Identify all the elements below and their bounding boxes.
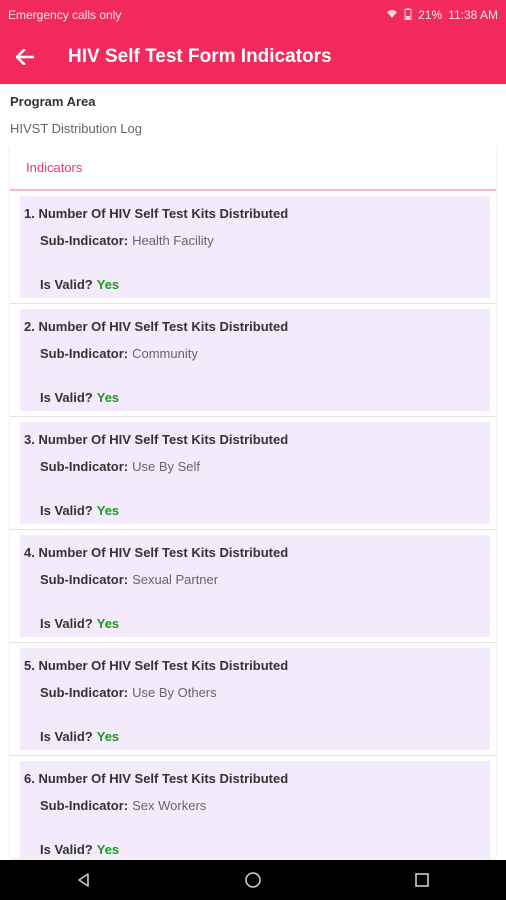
arrow-left-icon [16, 49, 34, 65]
nav-recents-button[interactable] [392, 860, 452, 900]
is-valid-value: Yes [96, 729, 120, 744]
square-recents-icon [414, 873, 429, 887]
indicator-card[interactable]: 4. Number Of HIV Self Test Kits Distribu… [20, 535, 490, 637]
list-item: 4. Number Of HIV Self Test Kits Distribu… [10, 530, 496, 643]
indicator-card[interactable]: 3. Number Of HIV Self Test Kits Distribu… [20, 422, 490, 524]
is-valid: Is Valid? Yes [40, 390, 119, 405]
program-area-value: HIVST Distribution Log [10, 121, 142, 136]
indicator-list: 1. Number Of HIV Self Test Kits Distribu… [10, 191, 496, 858]
sub-indicator-value: Health Facility [132, 233, 214, 248]
list-item: 6. Number Of HIV Self Test Kits Distribu… [10, 756, 496, 858]
indicator-card[interactable]: 2. Number Of HIV Self Test Kits Distribu… [20, 309, 490, 411]
is-valid-value: Yes [96, 503, 120, 518]
wifi-icon [386, 9, 398, 22]
battery-icon [404, 7, 412, 23]
indicator-title: 4. Number Of HIV Self Test Kits Distribu… [24, 545, 289, 560]
navigation-bar [0, 860, 506, 900]
list-item: 2. Number Of HIV Self Test Kits Distribu… [10, 304, 496, 417]
is-valid-value: Yes [96, 277, 120, 292]
is-valid-label: Is Valid? [40, 503, 93, 518]
sub-indicator: Sub-Indicator: Sex Workers [40, 798, 206, 813]
sub-indicator-label: Sub-Indicator: [40, 459, 129, 474]
is-valid-label: Is Valid? [40, 729, 93, 744]
sub-indicator-value: Sex Workers [132, 798, 207, 813]
sub-indicator-label: Sub-Indicator: [40, 233, 129, 248]
indicator-card[interactable]: 6. Number Of HIV Self Test Kits Distribu… [20, 761, 490, 858]
sub-indicator-label: Sub-Indicator: [40, 346, 129, 361]
nav-home-button[interactable] [223, 860, 283, 900]
list-item: 3. Number Of HIV Self Test Kits Distribu… [10, 417, 496, 530]
sub-indicator-value: Sexual Partner [132, 572, 219, 587]
sub-indicator: Sub-Indicator: Use By Self [40, 459, 200, 474]
indicator-title: 1. Number Of HIV Self Test Kits Distribu… [24, 206, 289, 221]
indicators-header: Indicators [10, 145, 496, 191]
indicator-title: 5. Number Of HIV Self Test Kits Distribu… [24, 658, 289, 673]
sub-indicator: Sub-Indicator: Use By Others [40, 685, 217, 700]
is-valid: Is Valid? Yes [40, 729, 119, 744]
is-valid-label: Is Valid? [40, 842, 93, 857]
clock: 11:38 AM [448, 8, 498, 22]
status-icons: 21% 11:38 AM [386, 7, 498, 23]
app-bar: HIV Self Test Form Indicators [0, 30, 506, 84]
indicator-card[interactable]: 1. Number Of HIV Self Test Kits Distribu… [20, 196, 490, 298]
sub-indicator: Sub-Indicator: Health Facility [40, 233, 214, 248]
program-area-label: Program Area [10, 94, 96, 109]
sub-indicator-label: Sub-Indicator: [40, 798, 129, 813]
is-valid-value: Yes [96, 390, 120, 405]
indicator-title: 3. Number Of HIV Self Test Kits Distribu… [24, 432, 289, 447]
indicators-card: Indicators 1. Number Of HIV Self Test Ki… [10, 145, 496, 858]
program-area: Program Area HIVST Distribution Log [10, 94, 496, 136]
sub-indicator-value: Community [132, 346, 198, 361]
is-valid-label: Is Valid? [40, 390, 93, 405]
indicator-title: 2. Number Of HIV Self Test Kits Distribu… [24, 319, 289, 334]
is-valid: Is Valid? Yes [40, 616, 119, 631]
battery-percent: 21% [418, 8, 443, 22]
is-valid-label: Is Valid? [40, 277, 93, 292]
sub-indicator-value: Use By Others [132, 685, 217, 700]
status-bar: Emergency calls only 21% 11:38 AM [0, 0, 506, 30]
sub-indicator-label: Sub-Indicator: [40, 572, 129, 587]
sub-indicator-value: Use By Self [132, 459, 201, 474]
is-valid-value: Yes [96, 616, 120, 631]
is-valid-label: Is Valid? [40, 616, 93, 631]
back-button[interactable] [0, 30, 50, 84]
circle-home-icon [245, 872, 261, 888]
sub-indicator-label: Sub-Indicator: [40, 685, 129, 700]
carrier-text: Emergency calls only [8, 8, 122, 22]
indicator-title: 6. Number Of HIV Self Test Kits Distribu… [24, 771, 289, 786]
sub-indicator: Sub-Indicator: Sexual Partner [40, 572, 218, 587]
is-valid: Is Valid? Yes [40, 277, 119, 292]
list-item: 1. Number Of HIV Self Test Kits Distribu… [10, 191, 496, 304]
triangle-back-icon [78, 873, 90, 887]
page-title: HIV Self Test Form Indicators [68, 46, 332, 67]
indicator-card[interactable]: 5. Number Of HIV Self Test Kits Distribu… [20, 648, 490, 750]
is-valid: Is Valid? Yes [40, 842, 119, 857]
nav-back-button[interactable] [54, 860, 114, 900]
list-item: 5. Number Of HIV Self Test Kits Distribu… [10, 643, 496, 756]
sub-indicator: Sub-Indicator: Community [40, 346, 198, 361]
is-valid: Is Valid? Yes [40, 503, 119, 518]
is-valid-value: Yes [96, 842, 120, 857]
